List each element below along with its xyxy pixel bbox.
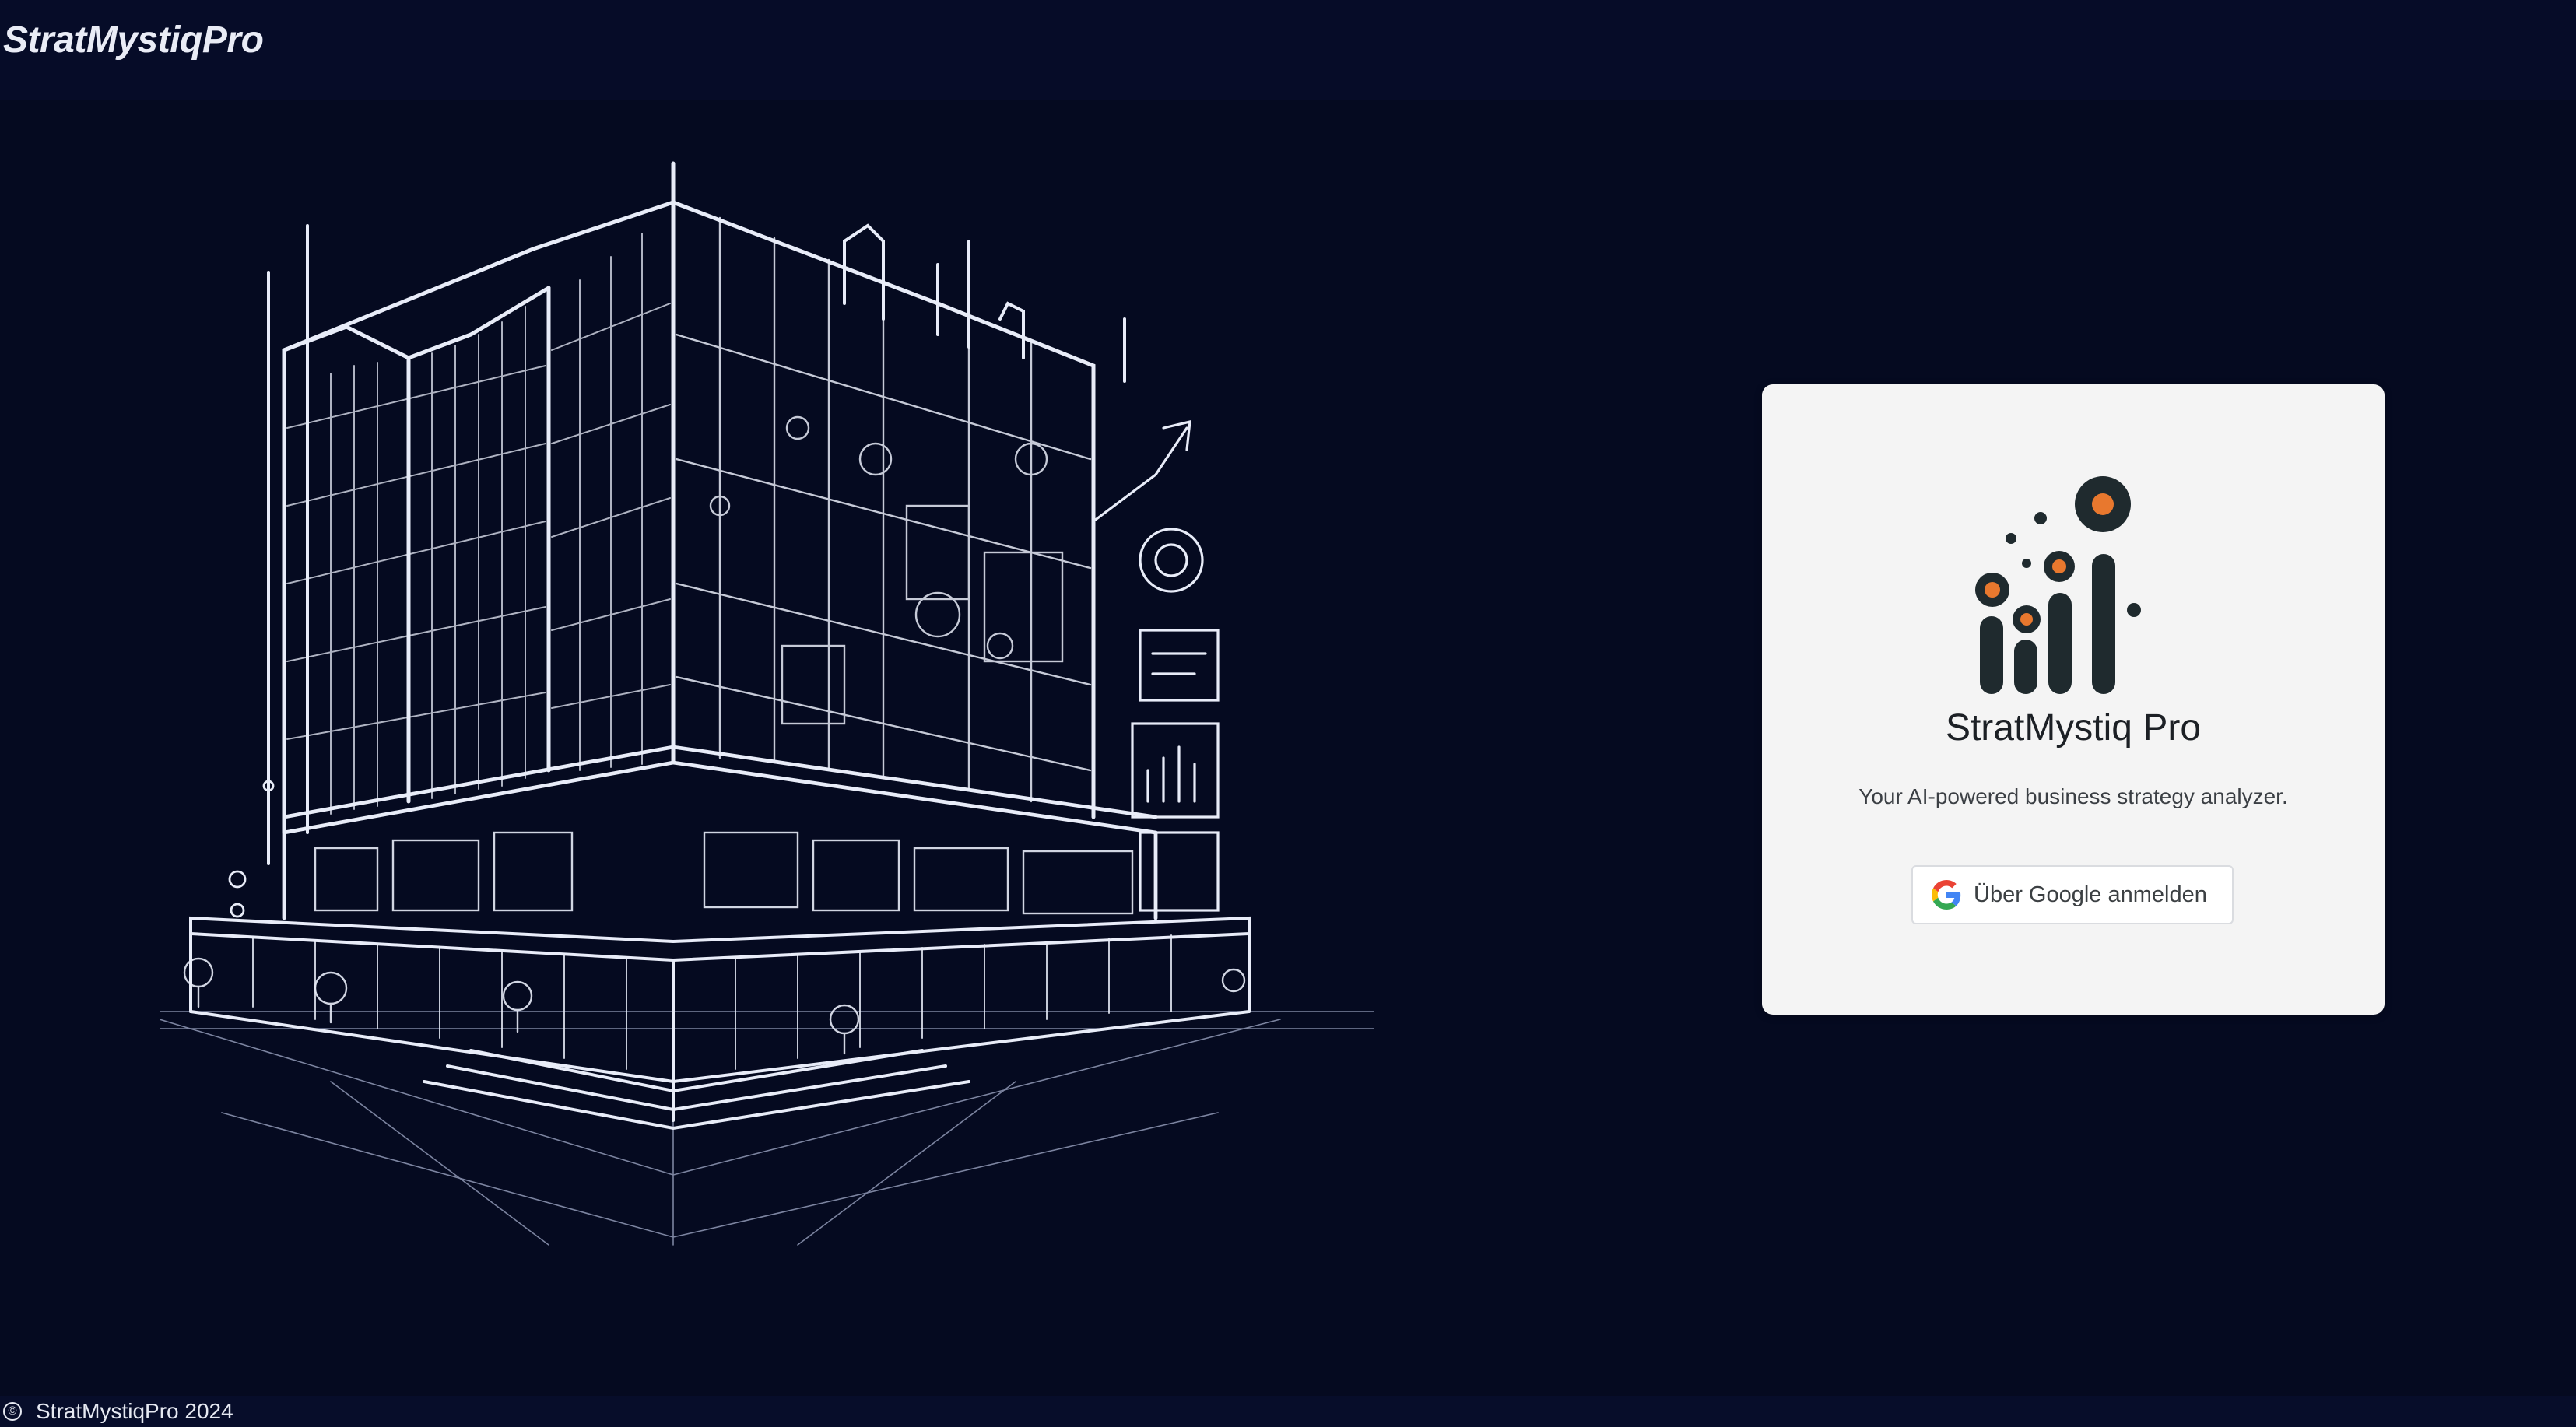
copyright-icon: © [3,1402,22,1421]
building-illustration [160,161,1374,1246]
google-signin-label: Über Google anmelden [1974,882,2207,907]
google-signin-button[interactable]: Über Google anmelden [1911,865,2234,924]
chart-logo-icon [1964,476,2182,702]
app-title: StratMystiq Pro [1945,707,2202,749]
app-subtitle: Your AI-powered business strategy analyz… [1858,784,2288,808]
app-root: StratMystiqPro StratMystiq Pro Your AI-p… [0,0,2576,1427]
google-g-icon [1932,880,1961,910]
footer: © StratMystiqPro 2024 [0,1396,2576,1427]
hero-illustration [160,148,1374,1253]
footer-copyright-text: StratMystiqPro 2024 [36,1399,233,1423]
brand-logo[interactable]: StratMystiqPro [3,17,264,64]
login-card: StratMystiq Pro Your AI-powered business… [1762,384,2385,1015]
top-bar: StratMystiqPro [0,0,2576,100]
